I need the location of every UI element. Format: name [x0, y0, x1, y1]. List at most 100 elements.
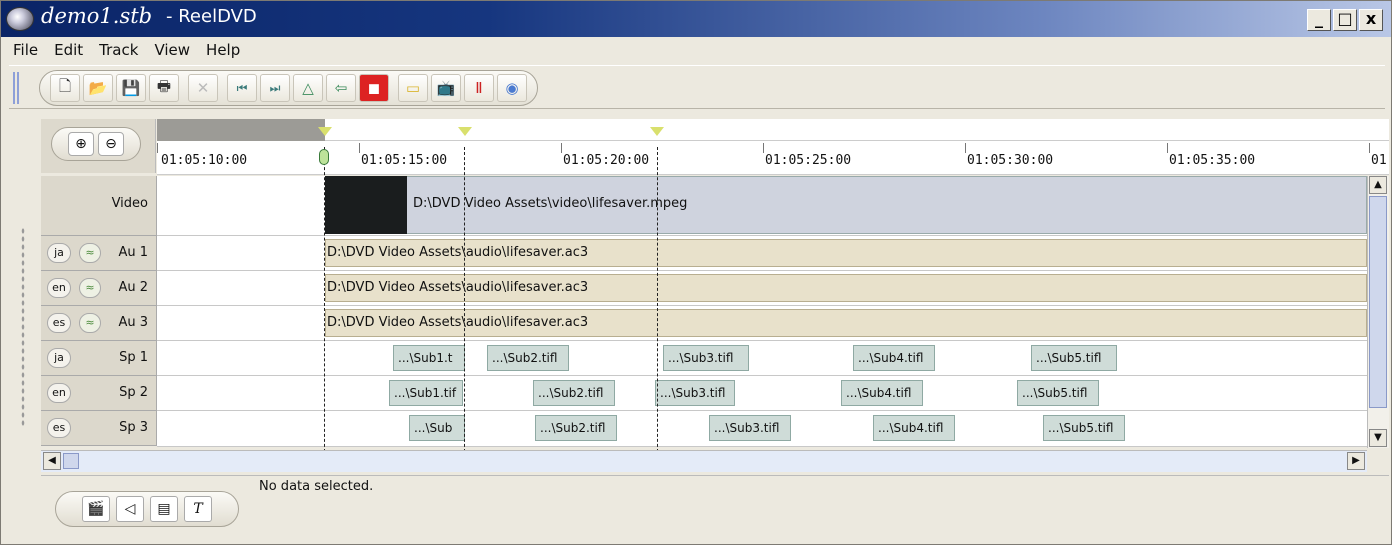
scroll-left-icon[interactable]: ◀: [43, 452, 61, 470]
subtitle-icon[interactable]: ▤: [150, 496, 178, 522]
subpicture-lane[interactable]: [157, 376, 1367, 411]
skip-end-icon[interactable]: ⏭: [260, 74, 290, 102]
chapter-marker[interactable]: [318, 127, 332, 136]
chapter-line: [324, 147, 325, 457]
language-button[interactable]: es: [47, 313, 71, 333]
timecode-label: 01:05:20:00: [563, 153, 650, 168]
subtitle-clip[interactable]: ...\Sub5.tifl: [1017, 380, 1099, 406]
skip-start-icon[interactable]: ⏮: [227, 74, 257, 102]
film-icon[interactable]: Ⅱ: [464, 74, 494, 102]
ruler-marker-strip[interactable]: [325, 119, 1389, 141]
speaker-icon[interactable]: ◁: [116, 496, 144, 522]
menu-edit[interactable]: Edit: [46, 39, 91, 63]
clapper-icon[interactable]: 🎬: [82, 496, 110, 522]
save-icon[interactable]: 💾: [116, 74, 146, 102]
window-file-title: demo1.stb: [41, 4, 153, 28]
scroll-right-icon[interactable]: ▶: [1347, 452, 1365, 470]
splitter-grip[interactable]: [21, 227, 25, 427]
language-button[interactable]: en: [47, 278, 71, 298]
subtitle-clip[interactable]: ...\Sub3.tifl: [655, 380, 735, 406]
zoom-in-icon[interactable]: ⊕: [68, 132, 94, 156]
horizontal-scrollbar[interactable]: [41, 450, 1367, 472]
subtitle-clip[interactable]: ...\Sub3.tifl: [709, 415, 791, 441]
track-header-au2[interactable]: en ≈ Au 2: [41, 271, 157, 306]
track-header-sp1[interactable]: ja Sp 1: [41, 341, 157, 376]
maximize-button[interactable]: □: [1333, 9, 1357, 31]
language-button[interactable]: ja: [47, 243, 71, 263]
track-label: Au 1: [118, 245, 148, 260]
close-button[interactable]: x: [1359, 9, 1383, 31]
track-header-video[interactable]: Video: [41, 176, 157, 236]
track-header-sp3[interactable]: es Sp 3: [41, 411, 157, 446]
scroll-up-icon[interactable]: ▲: [1369, 176, 1387, 194]
language-button[interactable]: en: [47, 383, 71, 403]
open-icon[interactable]: 📂: [83, 74, 113, 102]
text-icon[interactable]: T: [184, 496, 212, 522]
folder-icon[interactable]: ▭: [398, 74, 428, 102]
subtitle-clip[interactable]: ...\Sub1.tif: [389, 380, 463, 406]
audio-clip-path: D:\DVD Video Assets\audio\lifesaver.ac3: [327, 245, 589, 260]
audio-clip-path: D:\DVD Video Assets\audio\lifesaver.ac3: [327, 315, 589, 330]
subtitle-clip[interactable]: ...\Sub3.tifl: [663, 345, 749, 371]
subtitle-clip[interactable]: ...\Sub2.tifl: [533, 380, 615, 406]
tick-mark: [359, 143, 360, 153]
waveform-icon[interactable]: ≈: [79, 313, 101, 333]
subtitle-clip[interactable]: ...\Sub5.tifl: [1031, 345, 1117, 371]
language-button[interactable]: ja: [47, 348, 71, 368]
waveform-icon[interactable]: ≈: [79, 278, 101, 298]
app-window: demo1.stb - ReelDVD _ □ x File Edit Trac…: [0, 0, 1392, 545]
toolbar-grip[interactable]: [13, 72, 19, 104]
track-label: Sp 2: [119, 385, 148, 400]
track-label: Sp 1: [119, 350, 148, 365]
subtitle-clip[interactable]: ...\Sub4.tifl: [841, 380, 923, 406]
snapshot-icon[interactable]: ◼: [359, 74, 389, 102]
track-header-au3[interactable]: es ≈ Au 3: [41, 306, 157, 341]
chapter-marker[interactable]: [458, 127, 472, 136]
audio-clip-path: D:\DVD Video Assets\audio\lifesaver.ac3: [327, 280, 589, 295]
subtitle-clip[interactable]: ...\Sub1.t: [393, 345, 465, 371]
scroll-down-icon[interactable]: ▼: [1369, 429, 1387, 447]
tv-icon[interactable]: 📺: [431, 74, 461, 102]
dvd-icon[interactable]: ◉: [497, 74, 527, 102]
subtitle-clip[interactable]: ...\Sub4.tifl: [873, 415, 955, 441]
main-toolbar: 🗋 📂 💾 🖶 ✕ ⏮ ⏭ △ ⇦ ◼ ▭ 📺 Ⅱ ◉: [39, 70, 538, 106]
subtitle-clip[interactable]: ...\Sub2.tifl: [487, 345, 569, 371]
menu-file[interactable]: File: [5, 39, 46, 63]
subtitle-clip[interactable]: ...\Sub4.tifl: [853, 345, 935, 371]
subtitle-clip[interactable]: ...\Sub2.tifl: [535, 415, 617, 441]
horizontal-scroll-thumb[interactable]: [63, 453, 79, 469]
video-clip-path: D:\DVD Video Assets\video\lifesaver.mpeg: [413, 196, 688, 211]
track-label: Sp 3: [119, 420, 148, 435]
playhead-handle[interactable]: [319, 149, 329, 165]
chapter-marker[interactable]: [650, 127, 664, 136]
vertical-scroll-thumb[interactable]: [1369, 196, 1387, 408]
timecode-label: 01:05:30:00: [967, 153, 1054, 168]
subtitle-clip[interactable]: ...\Sub5.tifl: [1043, 415, 1125, 441]
reeldvd-app-icon[interactable]: [6, 7, 34, 31]
chapter-line: [657, 147, 658, 457]
up-icon[interactable]: △: [293, 74, 323, 102]
subpicture-lane[interactable]: [157, 341, 1367, 376]
chapter-line: [464, 147, 465, 457]
zoom-out-icon[interactable]: ⊖: [98, 132, 124, 156]
timecode-label: 01:05:10:00: [161, 153, 248, 168]
back-icon[interactable]: ⇦: [326, 74, 356, 102]
track-header-sp2[interactable]: en Sp 2: [41, 376, 157, 411]
menu-view[interactable]: View: [146, 39, 198, 63]
new-icon[interactable]: 🗋: [50, 74, 80, 102]
delete-icon[interactable]: ✕: [188, 74, 218, 102]
tick-mark: [763, 143, 764, 153]
tick-mark: [965, 143, 966, 153]
waveform-icon[interactable]: ≈: [79, 243, 101, 263]
menu-help[interactable]: Help: [198, 39, 248, 63]
menu-track[interactable]: Track: [91, 39, 146, 63]
title-bar: demo1.stb - ReelDVD _ □ x: [1, 1, 1391, 37]
menu-bar: File Edit Track View Help: [1, 39, 248, 63]
video-thumbnail: [325, 176, 407, 234]
minimize-button[interactable]: _: [1307, 9, 1331, 31]
timecode-label: 01: [1371, 153, 1387, 168]
language-button[interactable]: es: [47, 418, 71, 438]
track-header-au1[interactable]: ja ≈ Au 1: [41, 236, 157, 271]
subtitle-clip[interactable]: ...\Sub: [409, 415, 465, 441]
print-icon[interactable]: 🖶: [149, 74, 179, 102]
